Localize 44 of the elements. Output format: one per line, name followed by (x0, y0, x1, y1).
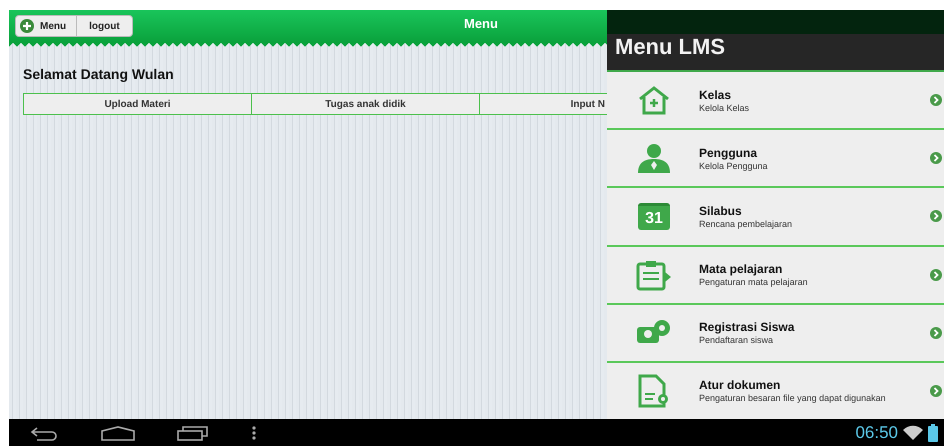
item-subtitle: Kelola Kelas (699, 102, 750, 113)
menu-item[interactable]: 31 Silabus Rencana pembelajaran (607, 188, 944, 247)
item-title: Mata pelajaran (699, 262, 784, 276)
item-title: Pengguna (699, 146, 758, 160)
tab[interactable]: Tugas anak didik (251, 93, 480, 115)
chevron-right-icon (930, 152, 942, 164)
item-subtitle: Kelola Pengguna (699, 160, 769, 171)
welcome-text: Selamat Datang Wulan (23, 66, 175, 82)
item-subtitle: Rencana pembelajaran (699, 218, 794, 229)
chevron-right-icon (930, 268, 942, 281)
wifi-icon (902, 424, 924, 440)
more-icon[interactable] (251, 424, 257, 440)
item-title: Silabus (699, 204, 743, 218)
recent-apps-icon[interactable] (177, 424, 209, 440)
item-subtitle: Pendaftaran siswa (699, 335, 774, 346)
logout-button[interactable]: logout (76, 16, 132, 36)
chevron-right-icon (930, 326, 942, 339)
calendar-icon: 31 (638, 202, 670, 230)
menu-item[interactable]: Registrasi Siswa Pendaftaran siswa (607, 304, 944, 363)
battery-icon (928, 424, 938, 442)
menu-item[interactable]: Atur dokumen Pengaturan besaran file yang dapat digunakan (607, 362, 944, 420)
chevron-right-icon (930, 384, 942, 397)
clipboard-icon (636, 258, 672, 291)
header-title: Menu (464, 16, 498, 31)
tab[interactable]: Input N (479, 93, 607, 115)
menu-item[interactable]: Mata pelajaran Pengaturan mata pelajaran (607, 246, 944, 305)
drawer-title: Menu LMS (615, 34, 725, 60)
clock-time: 06:50 (855, 422, 898, 442)
menu-item[interactable]: Kelas Kelola Kelas (607, 72, 944, 130)
user-icon (637, 143, 671, 174)
item-title: Registrasi Siswa (699, 320, 796, 334)
item-title: Atur dokumen (699, 378, 782, 392)
chevron-right-icon (930, 94, 942, 106)
menu-item[interactable]: Pengguna Kelola Pengguna (607, 130, 944, 188)
home-icon[interactable] (101, 424, 135, 440)
item-title: Kelas (699, 88, 732, 102)
house-plus-icon (636, 85, 672, 116)
item-subtitle: Pengaturan mata pelajaran (699, 277, 809, 288)
plus-icon (20, 19, 34, 33)
chevron-right-icon (930, 210, 942, 222)
document-gear-icon (637, 374, 671, 408)
tab[interactable]: Upload Materi (23, 93, 252, 115)
back-icon[interactable] (29, 424, 59, 440)
item-subtitle: Pengaturan besaran file yang dapat digunakan (699, 393, 887, 404)
